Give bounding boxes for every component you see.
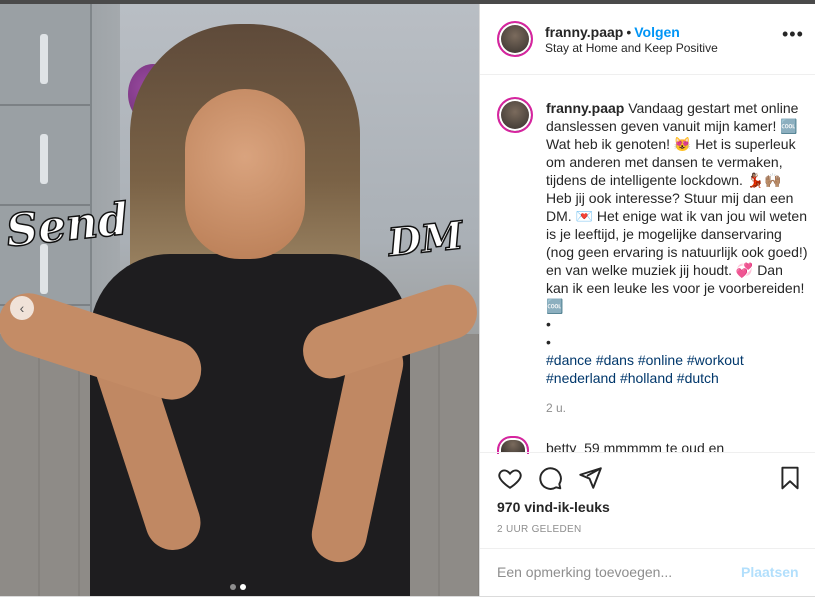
action-bar [480,452,815,503]
follow-button[interactable]: Volgen [634,24,680,40]
overlay-dm-text: DM [385,211,466,265]
bookmark-icon[interactable] [777,465,803,491]
post-modal: Send DM ‹ franny.paap • Volgen Stay at Hom… [0,0,815,604]
hashtags-line-2[interactable]: #nederland #holland #dutch [546,369,808,387]
caption-username[interactable]: franny.paap [546,100,624,116]
header-separator: • [626,24,632,40]
comment-preview: betty_59 mmmmm te oud en [546,440,725,452]
carousel-dot [230,584,236,590]
chevron-left-icon: ‹ [19,300,25,316]
carousel-dots [230,584,246,590]
likes-count[interactable]: 970 vind-ik-leuks [497,499,610,515]
more-icon[interactable]: ••• [782,24,804,45]
comment-input[interactable] [497,564,717,580]
carousel-dot-active [240,584,246,590]
share-icon[interactable] [577,465,603,491]
cabinet-handle [40,34,48,84]
caption-avatar[interactable] [497,97,533,133]
post-comment-button[interactable]: Plaatsen [741,564,799,580]
heart-icon[interactable] [497,465,523,491]
carousel-prev-button[interactable]: ‹ [10,296,34,320]
post-timestamp[interactable]: 2 UUR GELEDEN [497,524,581,535]
post-caption: franny.paap Vandaag gestart met online d… [546,99,808,387]
comment-icon[interactable] [537,465,563,491]
comment-bar: Plaatsen [480,548,815,597]
caption-time: 2 u. [546,401,567,415]
caption-bullet: • [546,334,551,350]
cabinet-line [0,104,90,106]
cabinet-handle [40,134,48,184]
hashtags-line-1[interactable]: #dance #dans #online #workout [546,351,808,369]
post-header: franny.paap • Volgen Stay at Home and Keep… [480,4,815,75]
photo-face [185,89,305,259]
caption-text: Vandaag gestart met online danslessen ge… [546,100,808,314]
post-photo[interactable]: Send DM ‹ [0,4,479,596]
avatar[interactable] [497,21,533,57]
post-sidebar: franny.paap • Volgen Stay at Home and Keep… [479,4,815,596]
header-username[interactable]: franny.paap [545,24,623,40]
header-user-line: franny.paap • Volgen [545,24,680,42]
caption-bullet: • [546,316,551,332]
header-subtitle: Stay at Home and Keep Positive [545,41,718,55]
